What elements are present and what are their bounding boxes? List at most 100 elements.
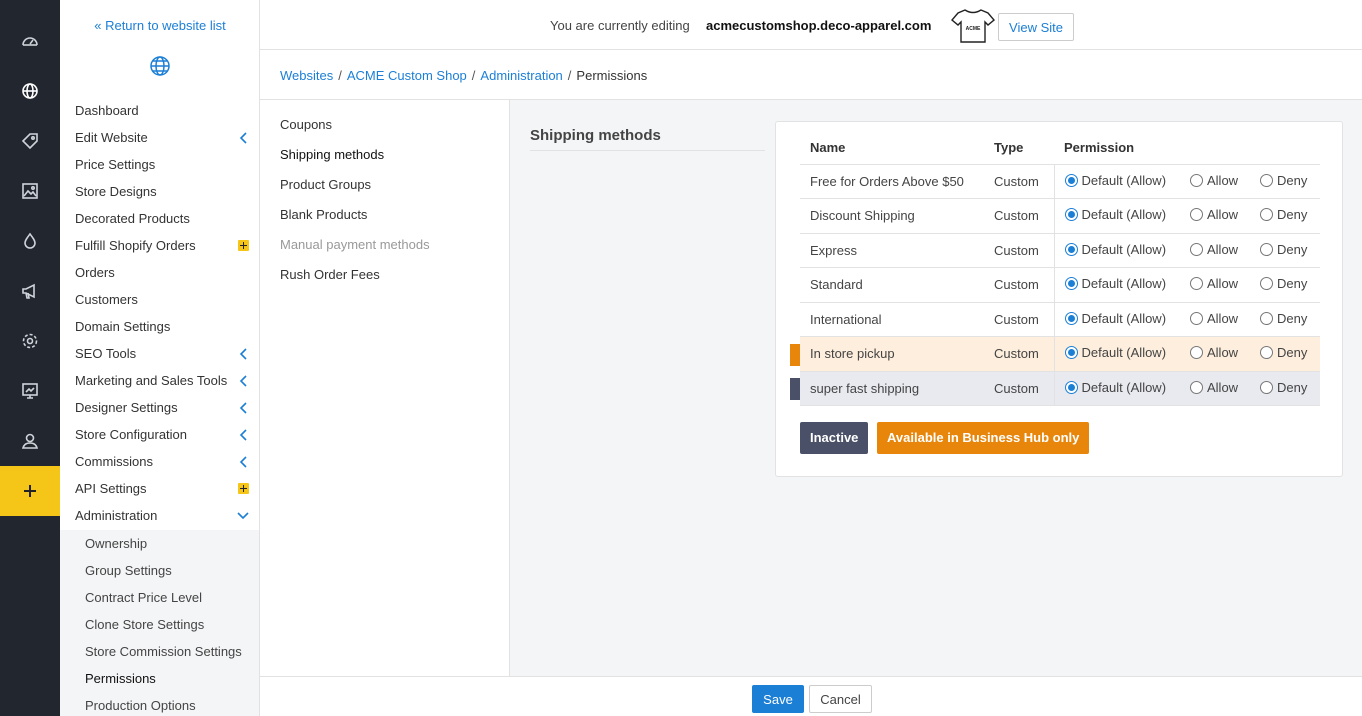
permission-radio-deny[interactable]: Deny [1260,311,1307,326]
tshirt-logo-icon: ACME [951,9,995,43]
radio-button[interactable] [1260,208,1273,222]
table-row: International Custom Default (Allow) Allow D… [800,302,1320,337]
sidebar-item-api-settings[interactable]: API Settings [60,475,259,502]
rail-images[interactable] [0,166,60,216]
permission-cell: Deny [1250,198,1320,234]
sidebar-item-edit-website[interactable]: Edit Website [60,124,259,151]
permission-radio-allow[interactable]: Allow [1190,276,1238,291]
category-shipping-methods[interactable]: Shipping methods [260,140,509,170]
radio-button[interactable] [1064,380,1078,394]
shipping-method-type: Custom [984,198,1055,234]
radio-button[interactable] [1260,380,1273,394]
rail-marketing[interactable] [0,266,60,316]
user-icon [21,433,39,449]
permission-radio-allow[interactable]: Allow [1190,242,1238,257]
rail-account[interactable] [0,416,60,466]
return-to-website-list-link[interactable]: « Return to website list [60,18,260,33]
sidebar-nav: Dashboard Edit Website Price Settings St… [60,97,259,529]
rail-settings[interactable] [0,316,60,366]
subnav-item-contract-price-level[interactable]: Contract Price Level [60,584,259,611]
sidebar-item-store-configuration[interactable]: Store Configuration [60,421,259,448]
sidebar-item-dashboard[interactable]: Dashboard [60,97,259,124]
permission-cell: Deny [1250,336,1320,372]
permission-radio-allow[interactable]: Allow [1190,173,1238,188]
radio-button[interactable] [1064,242,1078,256]
top-bar: You are currently editing acmecustomshop… [260,0,1362,50]
shipping-method-type: Custom [984,336,1055,372]
rail-reports[interactable] [0,366,60,416]
subnav-item-store-commission-settings[interactable]: Store Commission Settings [60,638,259,665]
sidebar-item-decorated-products[interactable]: Decorated Products [60,205,259,232]
sidebar-item-seo-tools[interactable]: SEO Tools [60,340,259,367]
radio-button[interactable] [1064,208,1078,222]
radio-button[interactable] [1064,277,1078,291]
sidebar-item-marketing-and-sales-tools[interactable]: Marketing and Sales Tools [60,367,259,394]
sidebar-item-price-settings[interactable]: Price Settings [60,151,259,178]
sidebar-item-customers[interactable]: Customers [60,286,259,313]
shipping-method-type: Custom [984,164,1055,199]
breadcrumb-acme-custom-shop[interactable]: ACME Custom Shop [347,68,467,83]
radio-button[interactable] [1190,242,1203,256]
permission-radio-deny[interactable]: Deny [1260,173,1307,188]
subnav-item-production-options[interactable]: Production Options [60,692,259,716]
subnav-item-group-settings[interactable]: Group Settings [60,557,259,584]
permission-radio-allow[interactable]: Allow [1190,311,1238,326]
category-product-groups[interactable]: Product Groups [260,170,509,200]
permission-radio-default[interactable]: Default (Allow) [1064,380,1166,395]
permission-radio-deny[interactable]: Deny [1260,276,1307,291]
radio-button[interactable] [1190,311,1203,325]
permission-radio-deny[interactable]: Deny [1260,207,1307,222]
radio-button[interactable] [1260,346,1273,360]
sidebar-item-orders[interactable]: Orders [60,259,259,286]
permission-radio-default[interactable]: Default (Allow) [1064,345,1166,360]
radio-button[interactable] [1190,173,1203,187]
cancel-button[interactable]: Cancel [809,685,872,713]
permission-radio-default[interactable]: Default (Allow) [1064,311,1166,326]
permission-radio-allow[interactable]: Allow [1190,345,1238,360]
sidebar-item-store-designs[interactable]: Store Designs [60,178,259,205]
view-site-button[interactable]: View Site [998,13,1074,41]
breadcrumb-websites[interactable]: Websites [280,68,333,83]
permission-radio-deny[interactable]: Deny [1260,380,1307,395]
radio-button[interactable] [1260,242,1273,256]
rail-dashboard[interactable] [0,16,60,66]
rail-colors[interactable] [0,216,60,266]
sidebar-item-commissions[interactable]: Commissions [60,448,259,475]
radio-button[interactable] [1190,380,1203,394]
category-rush-order-fees[interactable]: Rush Order Fees [260,260,509,290]
permission-radio-deny[interactable]: Deny [1260,345,1307,360]
rail-websites[interactable] [0,66,60,116]
radio-button[interactable] [1064,311,1078,325]
rail-tags[interactable] [0,116,60,166]
radio-button[interactable] [1260,311,1273,325]
radio-button[interactable] [1190,208,1203,222]
breadcrumb-administration[interactable]: Administration [480,68,562,83]
sidebar-item-fulfill-shopify-orders[interactable]: Fulfill Shopify Orders [60,232,259,259]
sidebar-item-domain-settings[interactable]: Domain Settings [60,313,259,340]
chevron-left-icon [239,402,247,414]
permission-radio-default[interactable]: Default (Allow) [1064,242,1166,257]
column-header-type: Type [984,132,1054,165]
sidebar-item-designer-settings[interactable]: Designer Settings [60,394,259,421]
radio-button[interactable] [1064,346,1078,360]
table-body: Free for Orders Above $50 Custom Default (… [800,164,1320,406]
radio-button[interactable] [1190,277,1203,291]
rail-add-button[interactable] [0,466,60,516]
permission-radio-deny[interactable]: Deny [1260,242,1307,257]
save-button[interactable]: Save [752,685,804,713]
category-blank-products[interactable]: Blank Products [260,200,509,230]
sidebar-item-administration[interactable]: Administration [60,502,259,529]
radio-button[interactable] [1260,173,1273,187]
subnav-item-ownership[interactable]: Ownership [60,530,259,557]
radio-button[interactable] [1190,346,1203,360]
permission-radio-default[interactable]: Default (Allow) [1064,276,1166,291]
radio-button[interactable] [1260,277,1273,291]
permission-radio-allow[interactable]: Allow [1190,380,1238,395]
radio-button[interactable] [1064,173,1078,187]
permission-radio-default[interactable]: Default (Allow) [1064,173,1166,188]
permission-radio-default[interactable]: Default (Allow) [1064,207,1166,222]
permission-radio-allow[interactable]: Allow [1190,207,1238,222]
subnav-item-clone-store-settings[interactable]: Clone Store Settings [60,611,259,638]
category-coupons[interactable]: Coupons [260,110,509,140]
subnav-item-permissions[interactable]: Permissions [60,665,259,692]
